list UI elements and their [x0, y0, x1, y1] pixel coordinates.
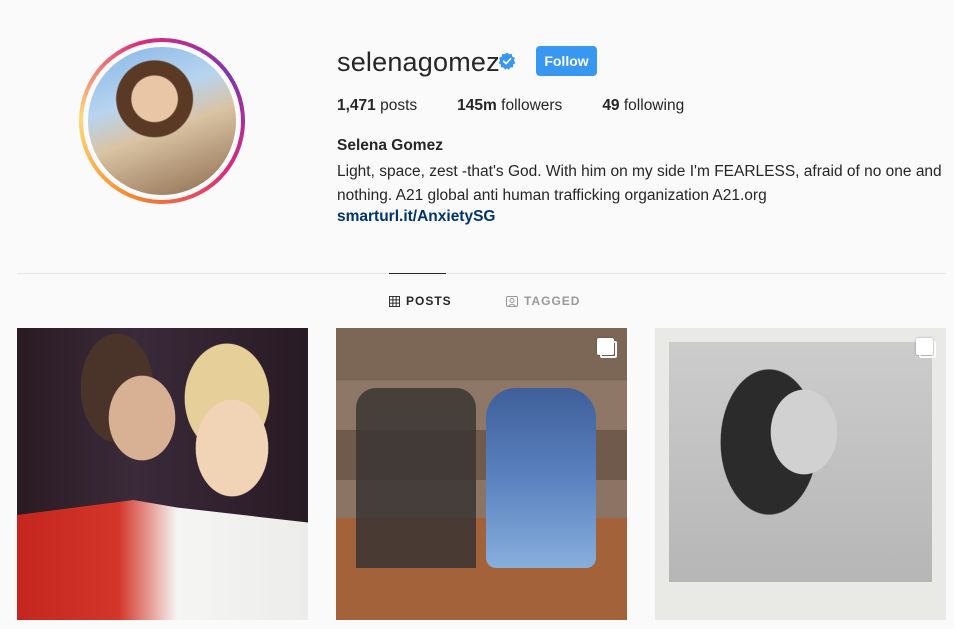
post-thumbnail[interactable] [336, 328, 627, 620]
profile-stats: 1,471 posts 145m followers 49 following [337, 97, 724, 115]
bio-line: Light, space, zest -that's God. With him… [337, 163, 942, 180]
full-name: Selena Gomez [337, 137, 443, 154]
bio-line: nothing. A21 global anti human trafficki… [337, 187, 767, 204]
following-label: following [623, 97, 685, 114]
stat-following[interactable]: 49 following [602, 97, 684, 115]
tab-tagged-label: TAGGED [524, 294, 581, 308]
grid-icon [389, 295, 400, 307]
stat-posts: 1,471 posts [337, 97, 417, 115]
follow-button[interactable]: Follow [536, 46, 597, 76]
tabs-divider [17, 273, 946, 274]
post-thumbnail[interactable] [17, 328, 308, 620]
verified-badge-icon [498, 52, 516, 70]
posts-count: 1,471 [337, 97, 376, 114]
bio: Light, space, zest -that's God. With him… [337, 160, 949, 208]
posts-label: posts [380, 97, 418, 114]
tab-posts-label: POSTS [406, 294, 452, 308]
tab-tagged[interactable]: TAGGED [506, 294, 580, 308]
stat-followers[interactable]: 145m followers [457, 97, 562, 115]
avatar-ring[interactable] [79, 38, 245, 204]
bio-link[interactable]: smarturl.it/AnxietySG [337, 208, 496, 226]
followers-count: 145m [457, 97, 497, 114]
username: selenagomez [337, 47, 500, 77]
tab-posts[interactable]: POSTS [389, 294, 452, 308]
followers-label: followers [501, 97, 563, 114]
active-tab-indicator [389, 273, 446, 274]
post-thumbnail[interactable] [655, 328, 946, 620]
multiple-photos-icon [916, 338, 936, 358]
multiple-photos-icon [597, 338, 617, 358]
tagged-icon [506, 296, 518, 307]
avatar-gap [83, 42, 241, 200]
post-photo [669, 342, 932, 582]
avatar[interactable] [88, 47, 236, 195]
following-count: 49 [602, 97, 620, 114]
